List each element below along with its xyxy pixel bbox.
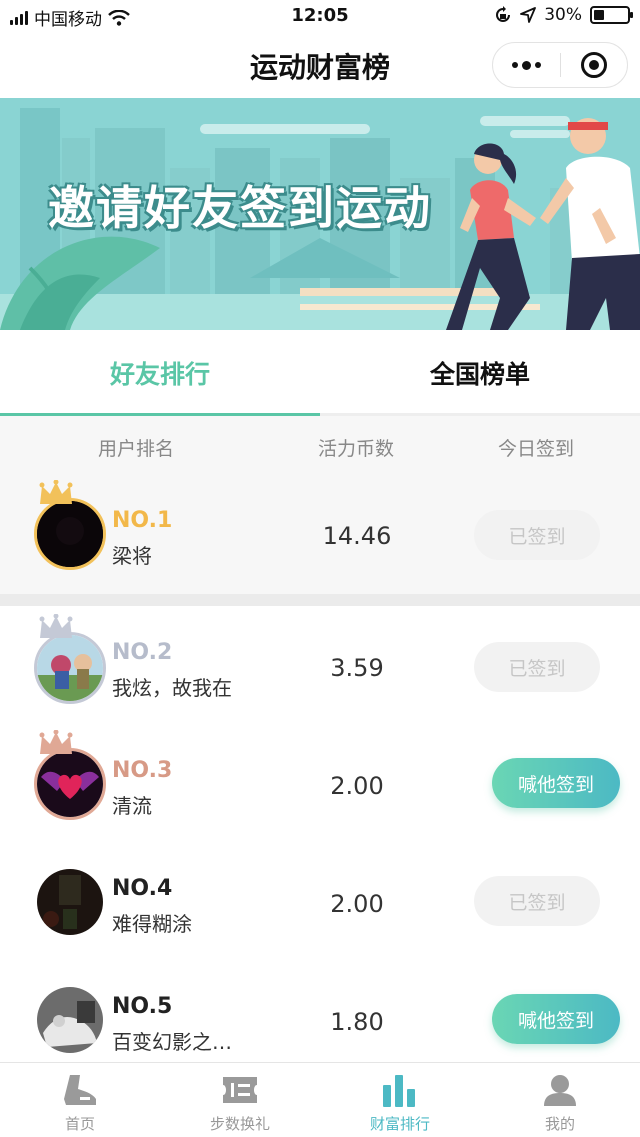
header-rank: 用户排名 (98, 438, 175, 460)
avatar (34, 730, 106, 820)
tabbar-item-wealth-ranking[interactable]: 财富排行 (320, 1063, 480, 1137)
tabbar-label: 我的 (544, 1115, 575, 1133)
more-dots-icon (511, 60, 541, 70)
location-icon (520, 7, 537, 23)
table-row: NO.1 梁将 14.46 已签到 (0, 472, 640, 594)
tabbar-label: 财富排行 (369, 1115, 430, 1133)
table-row: NO.5 百变幻影之… 1.80 喊他签到 (0, 960, 640, 1078)
avatar-image (34, 498, 106, 570)
coins-value: 14.46 (322, 522, 392, 550)
banner-text: 邀请好友签到运动 (48, 181, 432, 235)
remind-signin-button[interactable]: 喊他签到 (492, 758, 620, 808)
user-name: 百变幻影之… (112, 1030, 232, 1054)
user-icon (544, 1075, 576, 1106)
coins-value: 2.00 (330, 772, 384, 800)
avatar-image (34, 632, 106, 704)
bar-chart-icon (383, 1075, 415, 1107)
nav-bar: 运动财富榜 (0, 32, 640, 98)
user-name: 我炫，故我在 (112, 676, 232, 700)
close-button[interactable] (561, 43, 628, 87)
remind-signin-button[interactable]: 喊他签到 (492, 994, 620, 1044)
coins-value: 2.00 (330, 890, 384, 918)
bottom-tab-bar: 首页 步数换礼 财富排行 我的 (0, 1062, 640, 1137)
orientation-lock-icon (496, 6, 511, 22)
rank-label: NO.4 (112, 876, 173, 901)
user-name: 难得糊涂 (112, 912, 192, 936)
silver-crown-icon (39, 614, 73, 638)
ticket-icon (223, 1077, 257, 1103)
close-target-icon (580, 52, 607, 78)
rank-label: NO.2 (112, 640, 173, 665)
avatar (34, 866, 106, 938)
avatar-image (34, 748, 106, 820)
mini-program-capsule (492, 42, 628, 88)
tabbar-label: 首页 (64, 1115, 95, 1133)
avatar (34, 480, 106, 570)
tab-friends-ranking[interactable]: 好友排行 (0, 330, 320, 416)
battery-percent: 30% (544, 5, 582, 25)
coins-value: 3.59 (330, 654, 384, 682)
ranking-tabs: 好友排行 全国榜单 (0, 330, 640, 416)
signed-in-button[interactable]: 已签到 (474, 642, 600, 692)
tabbar-item-mine[interactable]: 我的 (480, 1063, 640, 1137)
invite-banner[interactable]: 邀请好友签到运动 (0, 98, 640, 330)
tabbar-label: 步数换礼 (209, 1115, 270, 1133)
rank-label: NO.5 (112, 994, 173, 1019)
header-coins: 活力币数 (318, 438, 395, 460)
coins-value: 1.80 (330, 1008, 384, 1036)
shoe-icon (64, 1075, 96, 1105)
battery-icon (590, 6, 633, 24)
user-name: 清流 (112, 794, 152, 818)
more-button[interactable] (493, 43, 560, 87)
tab-national-ranking[interactable]: 全国榜单 (320, 330, 640, 416)
tabbar-item-step-gifts[interactable]: 步数换礼 (160, 1063, 320, 1137)
avatar (34, 614, 106, 704)
table-row: NO.3 清流 2.00 喊他签到 (0, 724, 640, 842)
tabbar-item-home[interactable]: 首页 (0, 1063, 160, 1137)
status-bar: 中国移动 12:05 30% (0, 0, 640, 32)
gold-crown-icon (39, 480, 73, 504)
signed-in-button[interactable]: 已签到 (474, 510, 600, 560)
status-right: 30% (494, 5, 633, 25)
row-divider (0, 594, 640, 606)
header-signin: 今日签到 (498, 438, 575, 460)
rank-label: NO.1 (112, 508, 173, 533)
bronze-crown-icon (39, 730, 73, 754)
table-row: NO.2 我炫，故我在 3.59 已签到 (0, 606, 640, 724)
avatar-image (34, 866, 106, 938)
user-name: 梁将 (112, 544, 152, 568)
table-header: 用户排名 活力币数 今日签到 (0, 416, 640, 472)
avatar (34, 984, 106, 1056)
signed-in-button[interactable]: 已签到 (474, 876, 600, 926)
rank-label: NO.3 (112, 758, 173, 783)
avatar-image (34, 984, 106, 1056)
table-row: NO.4 难得糊涂 2.00 已签到 (0, 842, 640, 960)
